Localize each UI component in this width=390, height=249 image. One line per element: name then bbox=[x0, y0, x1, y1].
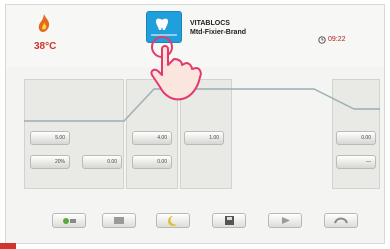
add-button[interactable] bbox=[52, 213, 86, 228]
edit-icon bbox=[114, 217, 124, 224]
flame-icon bbox=[38, 14, 50, 32]
night-icon bbox=[168, 216, 177, 226]
play-icon bbox=[282, 217, 290, 224]
param-value-3: 0.00 bbox=[107, 159, 117, 165]
param-button-8[interactable]: — bbox=[336, 155, 376, 169]
clock-icon bbox=[318, 36, 326, 44]
param-value-7: 0.00 bbox=[361, 135, 371, 141]
param-button-6[interactable]: 1.00 bbox=[184, 131, 224, 145]
return-button[interactable] bbox=[324, 213, 358, 228]
param-value-4: 4.00 bbox=[157, 135, 167, 141]
touch-hand-icon bbox=[150, 36, 202, 101]
param-button-1[interactable]: 5.00 bbox=[30, 131, 70, 145]
param-value-6: 1.00 bbox=[209, 135, 219, 141]
param-button-7[interactable]: 0.00 bbox=[336, 131, 376, 145]
param-button-5[interactable]: 0.00 bbox=[132, 155, 172, 169]
edit-button[interactable] bbox=[102, 213, 136, 228]
play-button[interactable] bbox=[268, 213, 302, 228]
param-button-4[interactable]: 4.00 bbox=[132, 131, 172, 145]
temperature-readout: 38°C bbox=[34, 41, 57, 52]
corner-marker bbox=[0, 243, 16, 249]
param-value-2: 20% bbox=[54, 159, 65, 165]
save-button[interactable] bbox=[212, 213, 246, 228]
furnace-screen: 38°C VITABLOCS Mtd-Fixier-Brand 09:22 5.… bbox=[5, 4, 385, 244]
param-value-8: — bbox=[366, 159, 371, 165]
night-button[interactable] bbox=[156, 213, 190, 228]
param-value-1: 5.00 bbox=[55, 135, 65, 141]
param-button-2[interactable]: 20% bbox=[30, 155, 70, 169]
param-button-3[interactable]: 0.00 bbox=[82, 155, 122, 169]
save-icon bbox=[225, 216, 234, 225]
clock-readout: 09:22 bbox=[328, 36, 346, 43]
add-icon bbox=[63, 218, 76, 224]
param-value-5: 0.00 bbox=[157, 159, 167, 165]
return-icon bbox=[334, 217, 348, 224]
